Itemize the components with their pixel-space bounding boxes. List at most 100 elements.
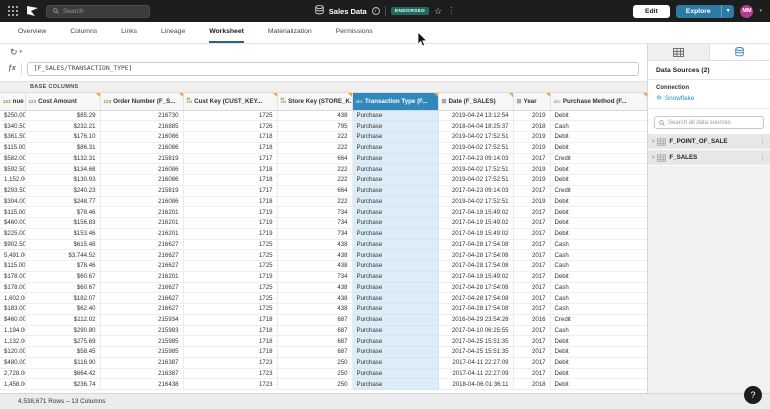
cell[interactable]: 250 — [277, 368, 352, 379]
cell[interactable]: 438 — [277, 282, 352, 293]
cell[interactable]: 664 — [277, 153, 352, 164]
cell[interactable]: 1718 — [183, 132, 277, 143]
cell[interactable]: 2017-04-28 17:54:08 — [438, 282, 513, 293]
cell[interactable]: $130.93 — [25, 175, 100, 186]
cell[interactable]: 1719 — [183, 207, 277, 218]
chevron-right-icon[interactable]: › — [652, 154, 654, 161]
cell[interactable]: 795 — [277, 121, 352, 132]
cell[interactable]: Purchase — [352, 250, 438, 261]
cell[interactable]: 1717 — [183, 185, 277, 196]
global-search-input[interactable]: Search — [46, 5, 150, 18]
cell[interactable]: Purchase — [352, 368, 438, 379]
sigma-logo-icon[interactable] — [26, 5, 39, 17]
nav-tab-worksheet[interactable]: Worksheet — [209, 22, 244, 43]
cell[interactable]: 2017-04-28 17:54:08 — [438, 250, 513, 261]
data-table-container[interactable]: 123nue123Cost Amount123Order Number (F_S… — [0, 93, 647, 393]
cell[interactable]: 2017 — [513, 250, 550, 261]
cell[interactable]: $78.46 — [25, 207, 100, 218]
cell[interactable]: Purchase — [352, 164, 438, 175]
cell[interactable]: 216730 — [100, 110, 183, 121]
cell[interactable]: 687 — [277, 336, 352, 347]
cell[interactable]: 215985 — [100, 347, 183, 358]
cell[interactable]: 2017-04-11 22:27:09 — [438, 368, 513, 379]
column-header[interactable]: abcTransaction Type (F... — [352, 93, 438, 110]
cell[interactable]: $240.23 — [25, 185, 100, 196]
cell[interactable]: 2017 — [513, 218, 550, 229]
cell[interactable]: Debit — [550, 336, 647, 347]
cell[interactable]: 2017 — [513, 228, 550, 239]
cell[interactable]: $115.00 — [0, 142, 25, 153]
cell[interactable]: Credit — [550, 185, 647, 196]
cell[interactable]: $182.07 — [25, 293, 100, 304]
cell[interactable]: 216387 — [100, 357, 183, 368]
cell[interactable]: 1725 — [183, 282, 277, 293]
cell[interactable]: 1725 — [183, 293, 277, 304]
cell[interactable]: $116.90 — [25, 357, 100, 368]
account-caret-icon[interactable]: ▾ — [759, 8, 762, 14]
cell[interactable]: Purchase — [352, 282, 438, 293]
cell[interactable]: $115.00 — [0, 207, 25, 218]
cell[interactable]: Purchase — [352, 121, 438, 132]
cell[interactable]: 438 — [277, 261, 352, 272]
formula-input[interactable]: [F_SALES/TRANSACTION_TYPE] — [27, 62, 639, 76]
cell[interactable]: 438 — [277, 293, 352, 304]
chevron-right-icon[interactable]: › — [652, 138, 654, 145]
column-header[interactable]: 00123Store Key (STORE_K... — [277, 93, 352, 110]
cell[interactable]: $250.00 — [0, 110, 25, 121]
cell[interactable]: Purchase — [352, 271, 438, 282]
cell[interactable]: Debit — [550, 347, 647, 358]
cell[interactable]: Credit — [550, 153, 647, 164]
cell[interactable]: 1718 — [183, 196, 277, 207]
cell[interactable]: 2017 — [513, 357, 550, 368]
cell[interactable]: 2019 — [513, 164, 550, 175]
cell[interactable]: 2017-04-19 15:49:02 — [438, 218, 513, 229]
cell[interactable]: Purchase — [352, 314, 438, 325]
cell[interactable]: 215985 — [100, 336, 183, 347]
cell[interactable]: 2019 — [513, 175, 550, 186]
cell[interactable]: 2016-04-29 23:54:28 — [438, 314, 513, 325]
edit-button[interactable]: Edit — [633, 5, 670, 18]
cell[interactable]: 216201 — [100, 218, 183, 229]
cell[interactable]: 1719 — [183, 218, 277, 229]
cell[interactable]: 2019 — [513, 132, 550, 143]
cell[interactable]: 216438 — [100, 379, 183, 390]
cell[interactable]: 250 — [277, 357, 352, 368]
cell[interactable]: Debit — [550, 175, 647, 186]
cell[interactable]: Purchase — [352, 153, 438, 164]
cell[interactable]: $78.46 — [25, 261, 100, 272]
nav-tab-materialization[interactable]: Materialization — [268, 22, 312, 43]
cell[interactable]: $3,744.52 — [25, 250, 100, 261]
cell[interactable]: 2017-04-23 09:14:03 — [438, 153, 513, 164]
cell[interactable]: Purchase — [352, 218, 438, 229]
cell[interactable]: 216201 — [100, 228, 183, 239]
column-header[interactable]: 123Cost Amount — [25, 93, 100, 110]
cell[interactable]: 2018-04-04 18:25:37 — [438, 121, 513, 132]
cell[interactable]: 2017-04-28 17:54:08 — [438, 293, 513, 304]
cell[interactable]: Cash — [550, 293, 647, 304]
cell[interactable]: 1723 — [183, 379, 277, 390]
cell[interactable]: $58.45 — [25, 347, 100, 358]
cell[interactable]: Purchase — [352, 228, 438, 239]
data-source-search-input[interactable]: Search all data sources — [654, 116, 764, 129]
cell[interactable]: 2017-04-10 06:25:55 — [438, 325, 513, 336]
cell[interactable]: $275.69 — [25, 336, 100, 347]
cell[interactable]: $664.42 — [25, 368, 100, 379]
column-header[interactable]: ⊞Date (F_SALES) — [438, 93, 513, 110]
cell[interactable]: 1718 — [183, 164, 277, 175]
cell[interactable]: 1718 — [183, 314, 277, 325]
cell[interactable]: 250 — [277, 379, 352, 390]
cell[interactable]: 1725 — [183, 239, 277, 250]
cell[interactable]: Purchase — [352, 347, 438, 358]
cell[interactable]: 216201 — [100, 271, 183, 282]
cell[interactable]: 216201 — [100, 207, 183, 218]
cell[interactable]: 2017-04-28 17:54:08 — [438, 239, 513, 250]
cell[interactable]: 1,152.00 — [0, 175, 25, 186]
cell[interactable]: 438 — [277, 110, 352, 121]
cell[interactable]: 216387 — [100, 368, 183, 379]
cell[interactable]: 215819 — [100, 153, 183, 164]
cell[interactable]: $86.31 — [25, 142, 100, 153]
cell[interactable]: Purchase — [352, 261, 438, 272]
cell[interactable]: Debit — [550, 142, 647, 153]
cell[interactable]: 2019-04-02 17:52:51 — [438, 196, 513, 207]
cell[interactable]: 216086 — [100, 175, 183, 186]
